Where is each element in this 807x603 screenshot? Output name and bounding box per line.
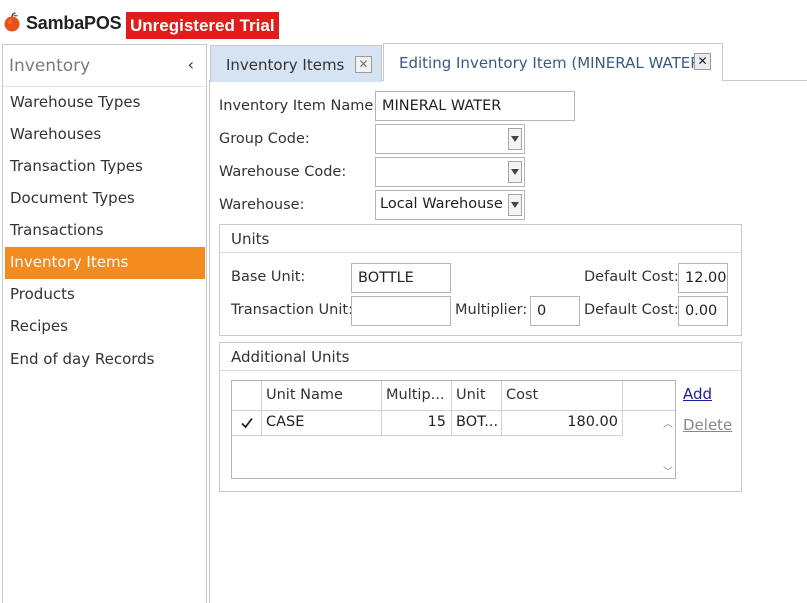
default-cost-input[interactable]: 12.00 [678,263,728,293]
sidebar-item-document-types[interactable]: Document Types [5,183,205,215]
column-header-label: Cost [506,387,539,403]
chevron-down-icon[interactable] [508,194,522,216]
warehouse-code-label: Warehouse Code: [219,164,347,180]
cell-value: 15 [427,414,446,430]
close-icon[interactable]: ✕ [694,53,711,70]
sidebar-item-warehouse-types[interactable]: Warehouse Types [5,87,205,119]
sidebar-header: Inventory ‹ [3,45,206,87]
add-unit-link[interactable]: Add [683,385,712,403]
column-header-unit[interactable]: Unit [452,381,502,411]
chevron-down-icon[interactable] [508,128,522,150]
sidebar-item-label: Warehouse Types [10,93,141,111]
warehouse-value: Local Warehouse [380,196,503,212]
base-unit-label: Base Unit: [231,269,306,285]
warehouse-label: Warehouse: [219,197,305,213]
column-header-select [232,381,262,411]
item-name-label: Inventory Item Name: [219,98,379,114]
item-name-input[interactable]: MINERAL WATER [375,91,575,121]
additional-units-group-title: Additional Units [231,348,350,366]
unit-cell[interactable]: BOT... [452,411,502,436]
transaction-unit-input[interactable] [351,296,451,326]
collapse-chevron-icon[interactable]: ‹ [188,55,194,74]
transaction-unit-label: Transaction Unit: [231,302,353,318]
additional-units-group-header: Additional Units [220,343,741,371]
sidebar-item-warehouses[interactable]: Warehouses [5,119,205,151]
column-header-unit-name[interactable]: Unit Name [262,381,382,411]
chevron-down-icon[interactable] [508,161,522,183]
multiplier-label: Multiplier: [455,302,528,318]
column-header-label: Multip... [386,387,445,403]
sidebar-item-transactions[interactable]: Transactions [5,215,205,247]
sidebar-item-label: Recipes [10,317,68,335]
cell-value: 180.00 [567,414,618,430]
group-code-select[interactable] [375,124,525,154]
transaction-default-cost-label: Default Cost: [584,302,679,318]
row-select-cell[interactable] [232,411,262,436]
default-cost-label: Default Cost: [584,269,679,285]
warehouse-code-select[interactable] [375,157,525,187]
sidebar-item-label: End of day Records [10,350,155,368]
sidebar-item-label: Transaction Types [10,157,143,175]
tab-editing-inventory-item[interactable]: Editing Inventory Item (MINERAL WATER) ✕ [383,43,723,81]
sidebar-item-label: Document Types [10,189,135,207]
units-group-title: Units [231,230,270,248]
sidebar-item-recipes[interactable]: Recipes [5,311,205,343]
cell-value: CASE [266,414,305,430]
delete-unit-link[interactable]: Delete [683,416,732,434]
trial-badge: Unregistered Trial [126,12,279,39]
column-header-cost[interactable]: Cost [502,381,623,411]
sidebar-item-end-of-day-records[interactable]: End of day Records [5,344,205,376]
sidebar-item-inventory-items[interactable]: Inventory Items [5,247,205,279]
warehouse-select[interactable]: Local Warehouse [375,190,525,220]
sidebar-item-label: Warehouses [10,125,102,143]
scroll-up-icon[interactable]: ︿ [662,415,674,430]
additional-units-grid[interactable]: Unit Name Multip... Unit Cost CASE 15 BO… [231,380,676,479]
column-header-filler [623,381,675,411]
content-border [209,81,210,603]
group-code-label: Group Code: [219,131,310,147]
column-header-multiplier[interactable]: Multip... [382,381,452,411]
app-header: SambaPOS Unregistered Trial [0,0,807,42]
cost-cell[interactable]: 180.00 [502,411,623,436]
sidebar-item-transaction-types[interactable]: Transaction Types [5,151,205,183]
checkbox-checked-icon[interactable] [240,416,254,430]
base-unit-input[interactable]: BOTTLE [351,263,451,293]
tab-label: Editing Inventory Item (MINERAL WATER) [399,54,707,72]
sidebar-item-label: Transactions [10,221,104,239]
orange-fruit-icon [4,12,20,32]
sidebar-item-label: Products [10,285,75,303]
column-header-label: Unit [456,387,486,403]
app-name: SambaPOS [26,13,122,33]
cell-value: BOT... [456,414,499,430]
tab-inventory-items[interactable]: Inventory Items ✕ [210,45,382,82]
sidebar-item-label: Inventory Items [10,253,129,271]
column-header-label: Unit Name [266,387,343,403]
transaction-default-cost-input[interactable]: 0.00 [678,296,728,326]
sidebar: Inventory ‹ Warehouse Types Warehouses T… [2,44,207,603]
sidebar-title: Inventory [9,56,91,76]
multiplier-input[interactable]: 0 [530,296,580,326]
close-icon[interactable]: ✕ [355,56,372,73]
scroll-down-icon[interactable]: ﹀ [662,463,674,478]
tab-label: Inventory Items [226,56,345,74]
units-group-header: Units [220,225,741,253]
unit-name-cell[interactable]: CASE [262,411,382,436]
multiplier-cell[interactable]: 15 [382,411,452,436]
sidebar-item-products[interactable]: Products [5,279,205,311]
